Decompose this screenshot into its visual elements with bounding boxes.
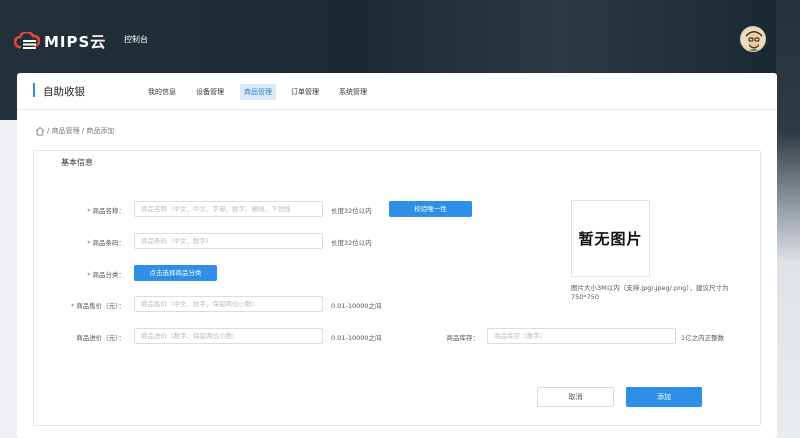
avatar[interactable] bbox=[740, 26, 766, 52]
title-accent-bar bbox=[33, 83, 35, 97]
tab-my-info[interactable]: 我的信息 bbox=[145, 86, 179, 98]
check-unique-button[interactable]: 校验唯一性 bbox=[389, 201, 472, 217]
cost-price-input[interactable]: 商品进价（数字，保留两位小数） bbox=[134, 328, 323, 344]
breadcrumb-path[interactable]: / 商品管理 / 商品添加 bbox=[47, 126, 114, 136]
cost-price-label: 商品进价（元）： bbox=[76, 334, 125, 342]
required-mark: * bbox=[87, 239, 91, 247]
name-label: * 商品名称： bbox=[87, 207, 125, 215]
no-image-text: 暂无图片 bbox=[578, 230, 643, 248]
barcode-label: * 商品条码： bbox=[87, 239, 125, 247]
image-hint: 图片大小3M以内（支持.jpg/.jpeg/.png），建议尺寸为750*750 bbox=[571, 284, 729, 301]
logo-text: MIPS云 bbox=[44, 32, 107, 51]
cancel-button[interactable]: 取消 bbox=[537, 387, 614, 407]
stock-label: 商品库存： bbox=[446, 334, 480, 342]
sale-price-input[interactable]: 商品售价（中文、数字，保留两位小数） bbox=[134, 296, 323, 312]
breadcrumb: / 商品管理 / 商品添加 bbox=[35, 126, 114, 136]
barcode-input[interactable]: 商品条码（中文、数字） bbox=[134, 233, 323, 249]
sale-price-label: * 商品售价（元）： bbox=[71, 302, 125, 310]
tab-product-management[interactable]: 商品管理 bbox=[240, 84, 276, 100]
mips-logo[interactable]: MIPS云 bbox=[14, 30, 106, 52]
tab-device-management[interactable]: 设备管理 bbox=[193, 86, 227, 98]
main-card: 自助收银 我的信息 设备管理 商品管理 订单管理 系统管理 / 商品管理 / 商… bbox=[17, 73, 777, 438]
home-icon[interactable] bbox=[35, 126, 45, 136]
barcode-hint: 长度32位以内 bbox=[331, 239, 372, 247]
section-title: 基本信息 bbox=[61, 158, 93, 167]
page-title: 自助收银 bbox=[43, 86, 85, 98]
image-upload-box[interactable]: 暂无图片 bbox=[571, 200, 650, 277]
select-category-button[interactable]: 点击选择商品分类 bbox=[134, 265, 217, 281]
name-hint: 长度32位以内 bbox=[331, 207, 372, 215]
required-mark: * bbox=[71, 302, 75, 310]
tab-system-management[interactable]: 系统管理 bbox=[336, 86, 370, 98]
cloud-logo-icon bbox=[14, 32, 40, 49]
sale-price-hint: 0.01-10000之间 bbox=[331, 302, 382, 310]
tab-order-management[interactable]: 订单管理 bbox=[288, 86, 322, 98]
add-button[interactable]: 添加 bbox=[626, 387, 702, 407]
stock-hint: 1亿之内正整数 bbox=[681, 334, 725, 342]
required-mark: * bbox=[87, 207, 91, 215]
console-link[interactable]: 控制台 bbox=[124, 34, 148, 45]
cost-price-hint: 0.01-10000之间 bbox=[331, 334, 382, 342]
page-background-edge bbox=[776, 0, 800, 438]
stock-input[interactable]: 商品库存（数字） bbox=[487, 328, 676, 344]
name-input[interactable]: 商品名称（中文、中文、字母、数字、横线、下划线 bbox=[134, 201, 323, 217]
category-label: * 商品分类： bbox=[87, 271, 125, 279]
app-header: 自助收银 我的信息 设备管理 商品管理 订单管理 系统管理 bbox=[17, 73, 777, 110]
required-mark: * bbox=[87, 271, 91, 279]
